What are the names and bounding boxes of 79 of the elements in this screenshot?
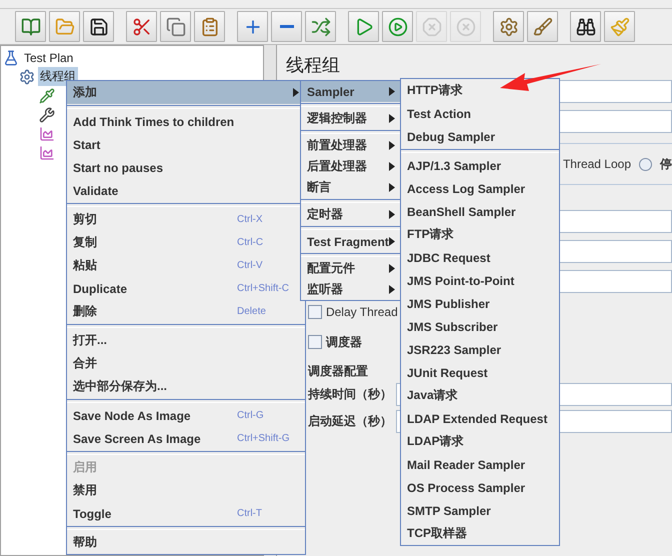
menu-item[interactable]: SMTP Sampler [401,499,559,522]
stop-icon [422,16,442,36]
menu-item[interactable]: Debug Sampler [401,125,559,148]
menu-item[interactable]: Save Screen As Image Ctrl+Shift-G [67,427,305,450]
toolbar-button[interactable] [570,11,601,42]
folder-icon [54,16,74,36]
menu-item[interactable]: FTP请求 [401,223,559,246]
paste-icon [200,16,220,36]
menu-item[interactable]: Toggle Ctrl-T [67,502,305,525]
pipette-icon [39,88,55,104]
menu-item[interactable]: Sampler [301,81,401,102]
copy-icon [166,16,186,36]
save-icon [88,16,108,36]
checkbox-label: Delay Thread [326,305,398,319]
menu-item[interactable]: 选中部分保存为... [67,375,305,398]
search-icon [576,16,596,36]
menu-item[interactable]: 删除 Delete [67,300,305,323]
menu-item[interactable]: BeanShell Sampler [401,200,559,223]
checkbox-label: 调度器 [326,334,362,350]
menu-item[interactable]: 定时器 [301,204,401,225]
menu-item[interactable]: LDAP Extended Request [401,407,559,430]
menu-item[interactable]: 打开... [67,329,305,352]
menu-item[interactable]: 配置元件 [301,258,401,279]
menu-item[interactable]: JDBC Request [401,246,559,269]
menu-item[interactable]: 逻辑控制器 [301,108,401,129]
menu-item[interactable]: JSR223 Sampler [401,338,559,361]
tools-icon [39,106,55,122]
checkbox[interactable] [308,305,322,319]
minus-icon [280,25,294,28]
tree-item[interactable]: Test Plan [22,50,76,66]
shutdown-icon [456,16,476,36]
field-label: 启动延迟（秒） [308,413,392,430]
menu-item[interactable]: JMS Subscriber [401,315,559,338]
chart-icon [39,126,55,142]
panel-title: 线程组 [286,54,341,77]
caret-icon [389,237,395,246]
menu-item[interactable]: Access Log Sampler [401,177,559,200]
menu-item[interactable]: 前置处理器 [301,135,401,156]
toggle-icon [310,16,330,36]
menu-item[interactable]: JMS Publisher [401,292,559,315]
menu-item[interactable]: AJP/1.3 Sampler [401,154,559,177]
menu-item[interactable]: 合并 [67,352,305,375]
caret-icon [389,210,395,219]
book-icon [20,16,40,36]
cut-icon [132,16,152,36]
option-label: 停 [660,156,672,172]
caret-icon [389,264,395,273]
menu-item[interactable]: JMS Point-to-Point [401,269,559,292]
menu-item[interactable]: 监听器 [301,279,401,300]
menu-item[interactable]: Test Action [401,102,559,125]
gear-icon [19,68,35,84]
radio-button[interactable] [639,158,652,170]
toolbar-button[interactable] [83,11,114,42]
caret-icon [389,162,395,171]
caret-icon [389,285,395,294]
flask-icon [3,50,19,66]
caret-icon [389,141,395,150]
checkbox[interactable] [308,335,322,349]
field-label: 持续时间（秒） [308,386,392,403]
option-label: Thread Loop [562,157,631,171]
menu-item[interactable]: HTTP请求 [401,79,559,102]
menu-item[interactable]: OS Process Sampler [401,476,559,499]
caret-icon [389,114,395,123]
menu-item[interactable]: 后置处理器 [301,156,401,177]
chart-icon [39,144,55,160]
menu-item[interactable]: Java请求 [401,384,559,407]
menu-item[interactable]: Mail Reader Sampler [401,453,559,476]
caret-icon [389,183,395,192]
caret-icon [389,87,395,96]
menu-item[interactable]: JUnit Request [401,361,559,384]
menu-item[interactable]: Test Fragment [301,231,401,252]
menu-item[interactable]: Save Node As Image Ctrl-G [67,404,305,427]
menu-item[interactable]: 断言 [301,177,401,198]
broom-icon [610,16,630,36]
group-title: 调度器配置 [308,362,368,380]
menu-item[interactable]: 禁用 [67,479,305,502]
menu-item[interactable]: LDAP请求 [401,430,559,453]
menu-item[interactable]: 帮助 [67,531,305,554]
menu-item[interactable]: TCP取样器 [401,522,559,545]
